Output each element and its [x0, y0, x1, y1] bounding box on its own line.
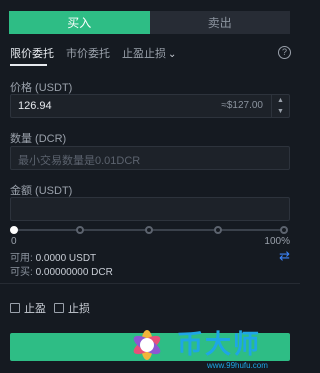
stop-loss-checkbox[interactable]: 止损 — [54, 300, 90, 316]
tab-sell[interactable]: 卖出 — [149, 11, 290, 34]
transfer-icon[interactable]: ⇄ — [279, 248, 290, 264]
chevron-down-icon: ⌄ — [168, 49, 177, 60]
available-balance: 可用: 0.0000 USDT — [10, 249, 96, 264]
checkbox-icon — [10, 303, 20, 313]
slider-step-75[interactable] — [214, 226, 222, 234]
checkbox-icon — [54, 303, 64, 313]
amount-placeholder: 最小交易数量是0.01DCR — [18, 155, 141, 167]
order-type-tabs: 限价委托 市价委托 止盈止损 ⌄ ? — [10, 44, 291, 62]
take-profit-label: 止盈 — [24, 303, 46, 315]
slider-step-100[interactable] — [280, 226, 288, 234]
total-label: 金额 (USDT) — [10, 185, 73, 197]
watermark-text: 币大师 — [177, 329, 262, 359]
price-stepper: ▲ ▼ — [271, 95, 289, 117]
price-input[interactable]: 126.94 ≈$127.00 ▲ ▼ — [10, 94, 290, 118]
can-buy-value: 0.00000000 DCR — [35, 267, 113, 278]
price-label: 价格 (USDT) — [10, 82, 73, 94]
tab-stop-order[interactable]: 止盈止损 ⌄ — [122, 45, 176, 61]
watermark-url: www.99hufu.com — [207, 361, 268, 370]
tab-buy[interactable]: 买入 — [9, 11, 150, 34]
slider-step-25[interactable] — [76, 226, 84, 234]
slider-handle[interactable] — [10, 226, 18, 234]
price-value: 126.94 — [18, 100, 52, 112]
tab-market-order[interactable]: 市价委托 — [66, 45, 110, 61]
tab-stop-order-label: 止盈止损 — [122, 48, 166, 60]
amount-label: 数量 (DCR) — [10, 133, 67, 145]
slider-min-label: 0 — [11, 236, 17, 247]
can-buy-label: 可买: — [10, 267, 33, 278]
can-buy-amount: 可买: 0.00000000 DCR — [10, 263, 113, 278]
stop-loss-label: 止损 — [68, 303, 90, 315]
total-input[interactable] — [10, 197, 290, 221]
watermark-logo: 币大师 www.99hufu.com — [122, 320, 292, 370]
tab-limit-order[interactable]: 限价委托 — [10, 45, 54, 61]
watermark-flower-icon — [133, 330, 161, 360]
decrement-icon[interactable]: ▼ — [272, 106, 289, 117]
slider-step-50[interactable] — [145, 226, 153, 234]
amount-input[interactable]: 最小交易数量是0.01DCR — [10, 146, 290, 170]
price-approx: ≈$127.00 — [221, 100, 263, 111]
side-tabs: 买入 卖出 — [9, 11, 290, 34]
slider-max-label: 100% — [264, 236, 290, 247]
amount-slider[interactable] — [10, 224, 288, 236]
active-tab-indicator — [10, 64, 47, 66]
increment-icon[interactable]: ▲ — [272, 95, 289, 106]
divider — [0, 283, 300, 284]
help-icon[interactable]: ? — [278, 46, 291, 59]
take-profit-checkbox[interactable]: 止盈 — [10, 300, 46, 316]
